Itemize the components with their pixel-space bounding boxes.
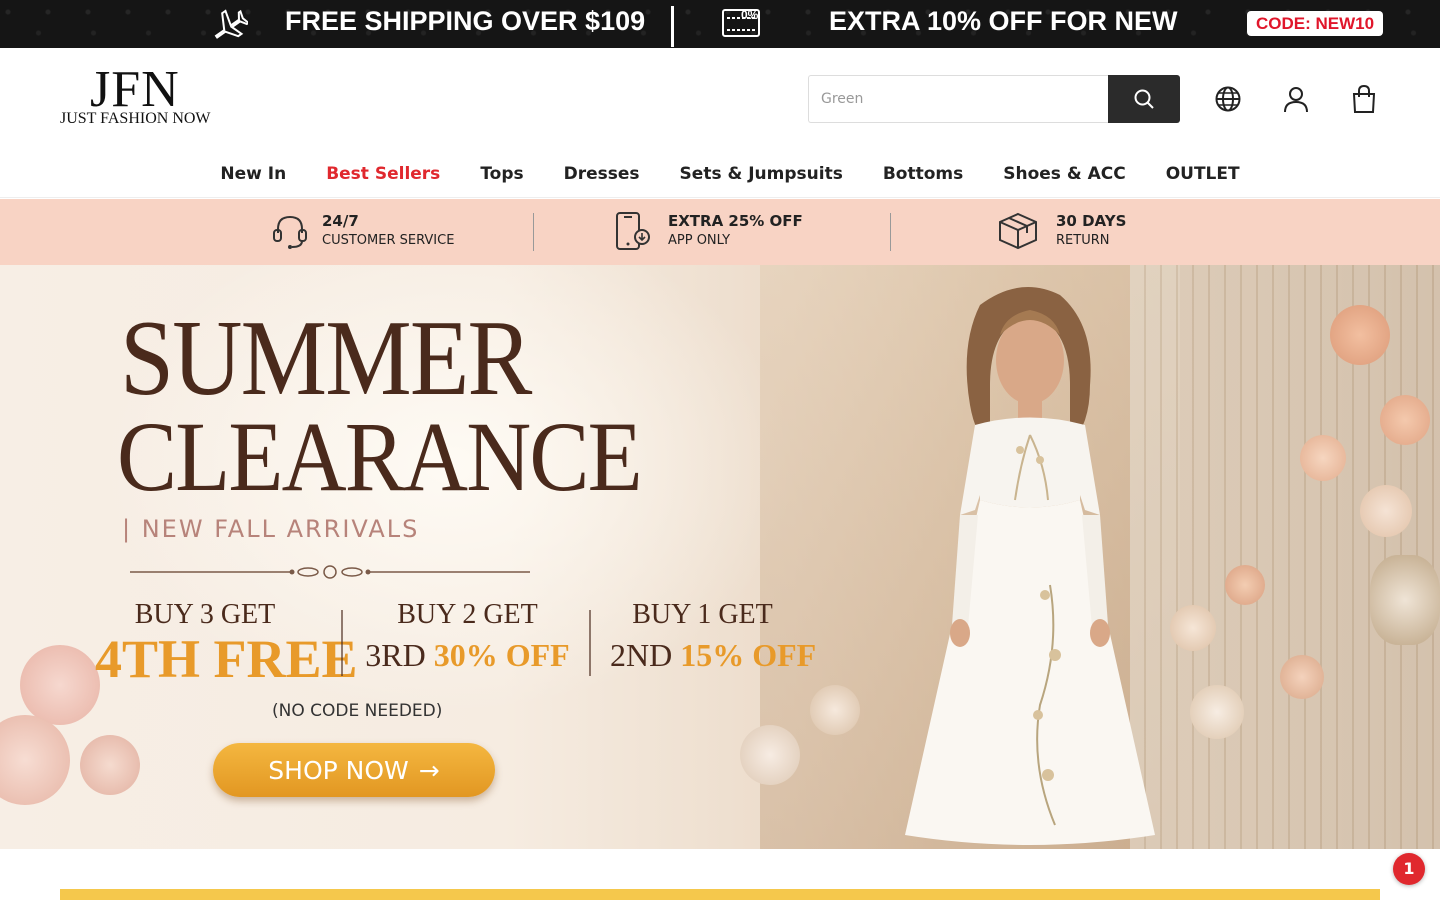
box-icon xyxy=(999,212,1037,250)
flower-decoration xyxy=(1225,565,1265,605)
nav-tops[interactable]: Tops xyxy=(480,150,523,198)
service-subtitle: CUSTOMER SERVICE xyxy=(322,233,455,248)
offer-highlight: 4TH FREE xyxy=(95,629,358,689)
shop-now-button[interactable]: SHOP NOW → xyxy=(213,743,495,797)
offer-highlight: 15% OFF xyxy=(680,637,817,673)
flower-decoration xyxy=(0,715,70,805)
free-shipping-text: FREE SHIPPING OVER $109 xyxy=(285,6,646,36)
search-icon xyxy=(1134,89,1154,109)
notification-badge[interactable]: 1 xyxy=(1393,853,1425,885)
nav-new-in[interactable]: New In xyxy=(220,150,286,198)
hero-title-line2: CLEARANCE xyxy=(117,401,643,512)
offer-prefix: 3RD xyxy=(365,637,426,673)
extra-discount-text: EXTRA 10% OFF FOR NEW xyxy=(829,6,1178,36)
promo-code-badge[interactable]: CODE: NEW10 xyxy=(1247,11,1383,36)
offer-divider xyxy=(341,610,343,676)
offer-highlight: 30% OFF xyxy=(433,637,570,673)
cart-button[interactable] xyxy=(1349,84,1379,114)
flower-decoration xyxy=(1370,555,1440,645)
nav-best-sellers[interactable]: Best Sellers xyxy=(326,150,440,198)
hero-title-line1: SUMMER xyxy=(120,299,532,418)
search-button[interactable] xyxy=(1108,75,1180,123)
offer-line: BUY 1 GET xyxy=(632,599,773,630)
offer-buy3: BUY 3 GET 4TH FREE xyxy=(95,598,358,689)
globe-icon xyxy=(1215,86,1241,112)
nav-dresses[interactable]: Dresses xyxy=(564,150,640,198)
logo-mark: JFN xyxy=(90,61,180,118)
coupon-badge: 0% xyxy=(741,8,759,22)
service-bar: 24/7 CUSTOMER SERVICE EXTRA 25% OFF APP … xyxy=(0,199,1440,265)
offer-detail: 3RD 30% OFF xyxy=(365,632,570,678)
model-figure xyxy=(905,287,1155,845)
flower-decoration xyxy=(740,725,800,785)
flower-decoration xyxy=(1380,395,1430,445)
service-divider xyxy=(890,213,891,251)
arrow-right-icon: → xyxy=(418,755,440,785)
airplane-icon xyxy=(214,9,248,39)
offer-line: BUY 3 GET xyxy=(134,599,276,630)
account-button[interactable] xyxy=(1281,84,1311,114)
language-button[interactable] xyxy=(1213,84,1243,114)
nav-divider xyxy=(0,197,1440,198)
service-subtitle: RETURN xyxy=(1056,233,1110,248)
promo-bar: FREE SHIPPING OVER $109 0% EXTRA 10% OFF… xyxy=(0,0,1440,48)
flower-decoration xyxy=(1190,685,1244,739)
service-title: EXTRA 25% OFF xyxy=(668,212,803,230)
service-app: EXTRA 25% OFF APP ONLY xyxy=(612,211,803,251)
section-banner-strip xyxy=(60,889,1380,900)
promo-divider xyxy=(671,6,674,47)
flower-decoration xyxy=(1280,655,1324,699)
nav-bottoms[interactable]: Bottoms xyxy=(883,150,963,198)
ornament-divider xyxy=(130,565,530,579)
nav-shoes-acc[interactable]: Shoes & ACC xyxy=(1003,150,1125,198)
hero-subtitle: | NEW FALL ARRIVALS xyxy=(122,515,420,543)
site-logo[interactable]: JFN JUST FASHION NOW xyxy=(60,64,230,130)
offer-divider xyxy=(589,610,591,676)
hero-banner[interactable]: SUMMER CLEARANCE | NEW FALL ARRIVALS BUY… xyxy=(0,265,1440,849)
coupon-icon: 0% xyxy=(722,8,760,37)
offer-detail: 2ND 15% OFF xyxy=(610,632,816,678)
nav-sets-jumpsuits[interactable]: Sets & Jumpsuits xyxy=(680,150,843,198)
search-input[interactable] xyxy=(808,75,1108,123)
flower-decoration xyxy=(1300,435,1346,481)
logo-text: JUST FASHION NOW xyxy=(60,110,211,127)
flower-decoration xyxy=(1360,485,1412,537)
flower-decoration xyxy=(20,645,100,725)
service-return: 30 DAYS RETURN xyxy=(996,211,1126,251)
nav-outlet[interactable]: OUTLET xyxy=(1166,150,1240,198)
service-title: 30 DAYS xyxy=(1056,212,1127,230)
user-icon xyxy=(1284,87,1308,113)
offer-buy1: BUY 1 GET 2ND 15% OFF xyxy=(610,598,816,678)
main-nav: New In Best Sellers Tops Dresses Sets & … xyxy=(0,150,1440,198)
flower-decoration xyxy=(80,735,140,795)
offer-line: BUY 2 GET xyxy=(397,599,538,630)
service-divider xyxy=(533,213,534,251)
service-title: 24/7 xyxy=(322,212,359,230)
no-code-note: (NO CODE NEEDED) xyxy=(272,701,443,721)
service-subtitle: APP ONLY xyxy=(668,233,731,248)
shop-now-label: SHOP NOW xyxy=(268,755,409,785)
offer-prefix: 2ND xyxy=(610,637,673,673)
flower-decoration xyxy=(810,685,860,735)
shopping-bag-icon xyxy=(1352,85,1376,113)
service-customer: 24/7 CUSTOMER SERVICE xyxy=(270,211,454,251)
headset-icon xyxy=(273,215,307,249)
offer-buy2: BUY 2 GET 3RD 30% OFF xyxy=(365,598,570,678)
flower-decoration xyxy=(1330,305,1390,365)
phone-icon xyxy=(616,212,650,250)
